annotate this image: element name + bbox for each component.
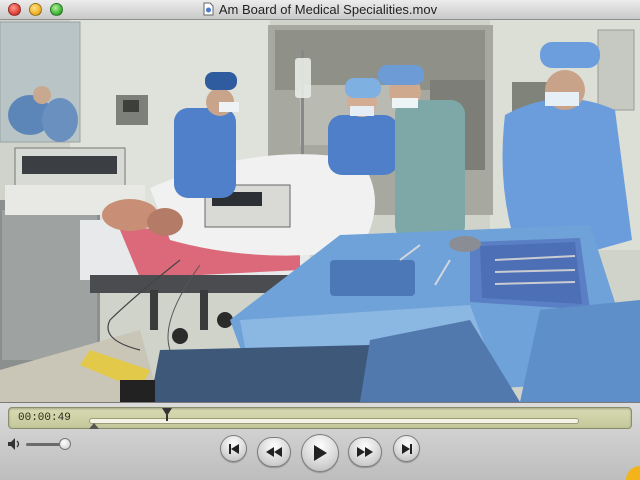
playback-controls: 00:00:49: [0, 402, 640, 480]
play-icon: [314, 445, 327, 461]
scrub-track[interactable]: [89, 418, 579, 424]
in-marker-icon[interactable]: [89, 423, 99, 429]
scrubber-bar[interactable]: 00:00:49: [8, 407, 632, 429]
fast-forward-button[interactable]: [348, 437, 382, 467]
skip-to-end-button[interactable]: [393, 435, 420, 462]
volume-knob[interactable]: [58, 438, 71, 450]
skip-to-start-icon: [228, 443, 239, 454]
skip-to-end-icon: [401, 443, 412, 454]
window-title-group: Am Board of Medical Specialities.mov: [0, 2, 640, 17]
video-frame[interactable]: [0, 20, 640, 402]
speaker-icon[interactable]: [7, 437, 23, 451]
video-image: [0, 20, 640, 402]
play-button[interactable]: [301, 434, 339, 472]
resize-corner-icon[interactable]: [622, 462, 640, 480]
skip-to-start-button[interactable]: [220, 435, 247, 462]
playhead-stem: [166, 415, 169, 421]
player-window: Am Board of Medical Specialities.mov 00:…: [0, 0, 640, 480]
fast-forward-icon: [357, 447, 373, 457]
rewind-icon: [266, 447, 282, 457]
rewind-button[interactable]: [257, 437, 291, 467]
title-bar[interactable]: Am Board of Medical Specialities.mov: [0, 0, 640, 20]
window-title: Am Board of Medical Specialities.mov: [218, 2, 438, 17]
document-icon: [203, 2, 214, 16]
timecode: 00:00:49: [18, 412, 71, 424]
